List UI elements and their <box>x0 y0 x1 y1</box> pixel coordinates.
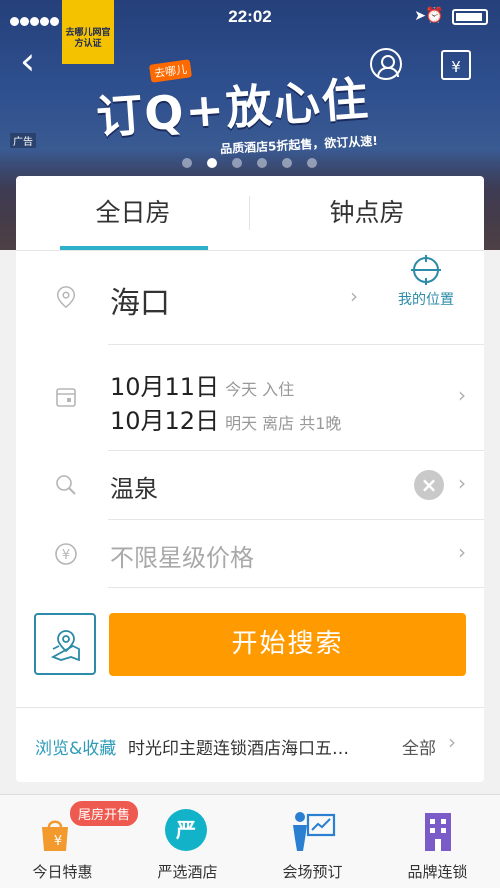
building-icon <box>425 813 451 851</box>
carousel-dot[interactable] <box>307 158 317 168</box>
city-name: 海口 <box>110 286 170 321</box>
keyword-row[interactable]: 温泉 × › <box>16 451 484 520</box>
carousel-dot[interactable] <box>232 158 242 168</box>
location-arrow-icon: ➤ <box>414 7 426 23</box>
chevron-right-icon: › <box>350 284 358 308</box>
tab-today-deals[interactable]: ¥ 尾房开售 今日特惠 <box>0 795 139 888</box>
start-search-button[interactable]: 开始搜索 <box>109 613 466 676</box>
chevron-right-icon: › <box>458 383 466 407</box>
carousel-dot[interactable] <box>282 158 292 168</box>
tab-venue-booking[interactable]: 会场预订 <box>250 795 375 888</box>
browse-favorites-label: 浏览&收藏 <box>35 739 117 759</box>
recent-hotel[interactable]: 时光印主题连锁酒店海口五… <box>128 734 378 759</box>
carousel-dot[interactable] <box>257 158 267 168</box>
my-location-label: 我的位置 <box>398 292 454 308</box>
alarm-icon: ⏰ <box>425 7 444 24</box>
price-star-filter[interactable]: 不限星级价格 <box>110 538 254 573</box>
svg-text:¥: ¥ <box>54 834 62 849</box>
user-icon[interactable] <box>370 48 402 80</box>
date-row[interactable]: 10月11日 今天 入住 10月12日 明天 离店 共1晚 › <box>16 345 484 451</box>
carousel-dots[interactable] <box>182 153 332 172</box>
yen-icon: ¥ <box>55 543 77 565</box>
tab-label: 品牌连锁 <box>407 863 468 881</box>
carousel-dot[interactable] <box>182 158 192 168</box>
back-icon[interactable]: ‹ <box>20 42 35 80</box>
wallet-icon[interactable]: ¥ <box>441 50 471 80</box>
tab-label: 严选酒店 <box>157 863 218 881</box>
ad-label: 广告 <box>10 133 36 148</box>
checkout-date: 10月12日 <box>110 407 220 435</box>
official-badge: 去哪儿网官方认证 <box>62 0 114 64</box>
search-icon <box>56 475 76 495</box>
tab-label: 今日特惠 <box>32 863 93 881</box>
tab-hourly[interactable]: 钟点房 <box>250 176 484 250</box>
tab-label: 会场预订 <box>282 863 343 881</box>
keyword-input[interactable]: 温泉 <box>110 469 158 504</box>
selected-hotel-icon: 严 <box>165 809 207 851</box>
checkout-line: 10月12日 明天 离店 共1晚 <box>110 401 341 436</box>
checkout-note: 明天 离店 共1晚 <box>225 414 342 433</box>
divider <box>108 587 484 588</box>
map-icon <box>50 630 80 662</box>
clear-icon[interactable]: × <box>414 470 444 500</box>
hotel-search-card: 全日房 钟点房 海口 › 我的位置 10月11日 今天 入住 10月12日 明天 离… <box>16 176 484 782</box>
calendar-icon <box>56 388 76 407</box>
map-button[interactable] <box>34 613 96 675</box>
battery-icon <box>452 9 488 25</box>
my-location-button[interactable]: 我的位置 <box>376 255 476 309</box>
carousel-dot-active[interactable] <box>207 158 217 168</box>
price-row[interactable]: ¥ 不限星级价格 › <box>16 520 484 588</box>
badge-text: 去哪儿网官方认证 <box>65 28 111 49</box>
chevron-right-icon: › <box>458 540 466 564</box>
checkin-line: 10月11日 今天 入住 <box>110 367 294 402</box>
crosshair-icon <box>411 255 441 285</box>
city-row[interactable]: 海口 › 我的位置 <box>16 251 484 345</box>
location-pin-icon <box>56 286 76 309</box>
view-all-link[interactable]: 全部 <box>402 734 436 759</box>
chevron-right-icon: › <box>458 471 466 495</box>
checkin-date: 10月11日 <box>110 373 220 401</box>
checkin-note: 今天 入住 <box>225 380 295 399</box>
presentation-icon <box>293 812 336 851</box>
tab-all-day[interactable]: 全日房 <box>16 176 250 250</box>
shopping-bag-icon: ¥ <box>42 820 68 851</box>
chevron-right-icon: › <box>448 730 456 754</box>
tab-brand-chains[interactable]: 品牌连锁 <box>375 795 500 888</box>
svg-text:¥: ¥ <box>62 548 70 563</box>
tab-selected-hotels[interactable]: 严 严选酒店 <box>125 795 250 888</box>
browse-favorites-row[interactable]: 浏览&收藏 时光印主题连锁酒店海口五… 全部 › <box>16 707 484 782</box>
bottom-tab-bar: ¥ 尾房开售 今日特惠 严 严选酒店 会场预订 品牌连锁 <box>0 794 500 888</box>
